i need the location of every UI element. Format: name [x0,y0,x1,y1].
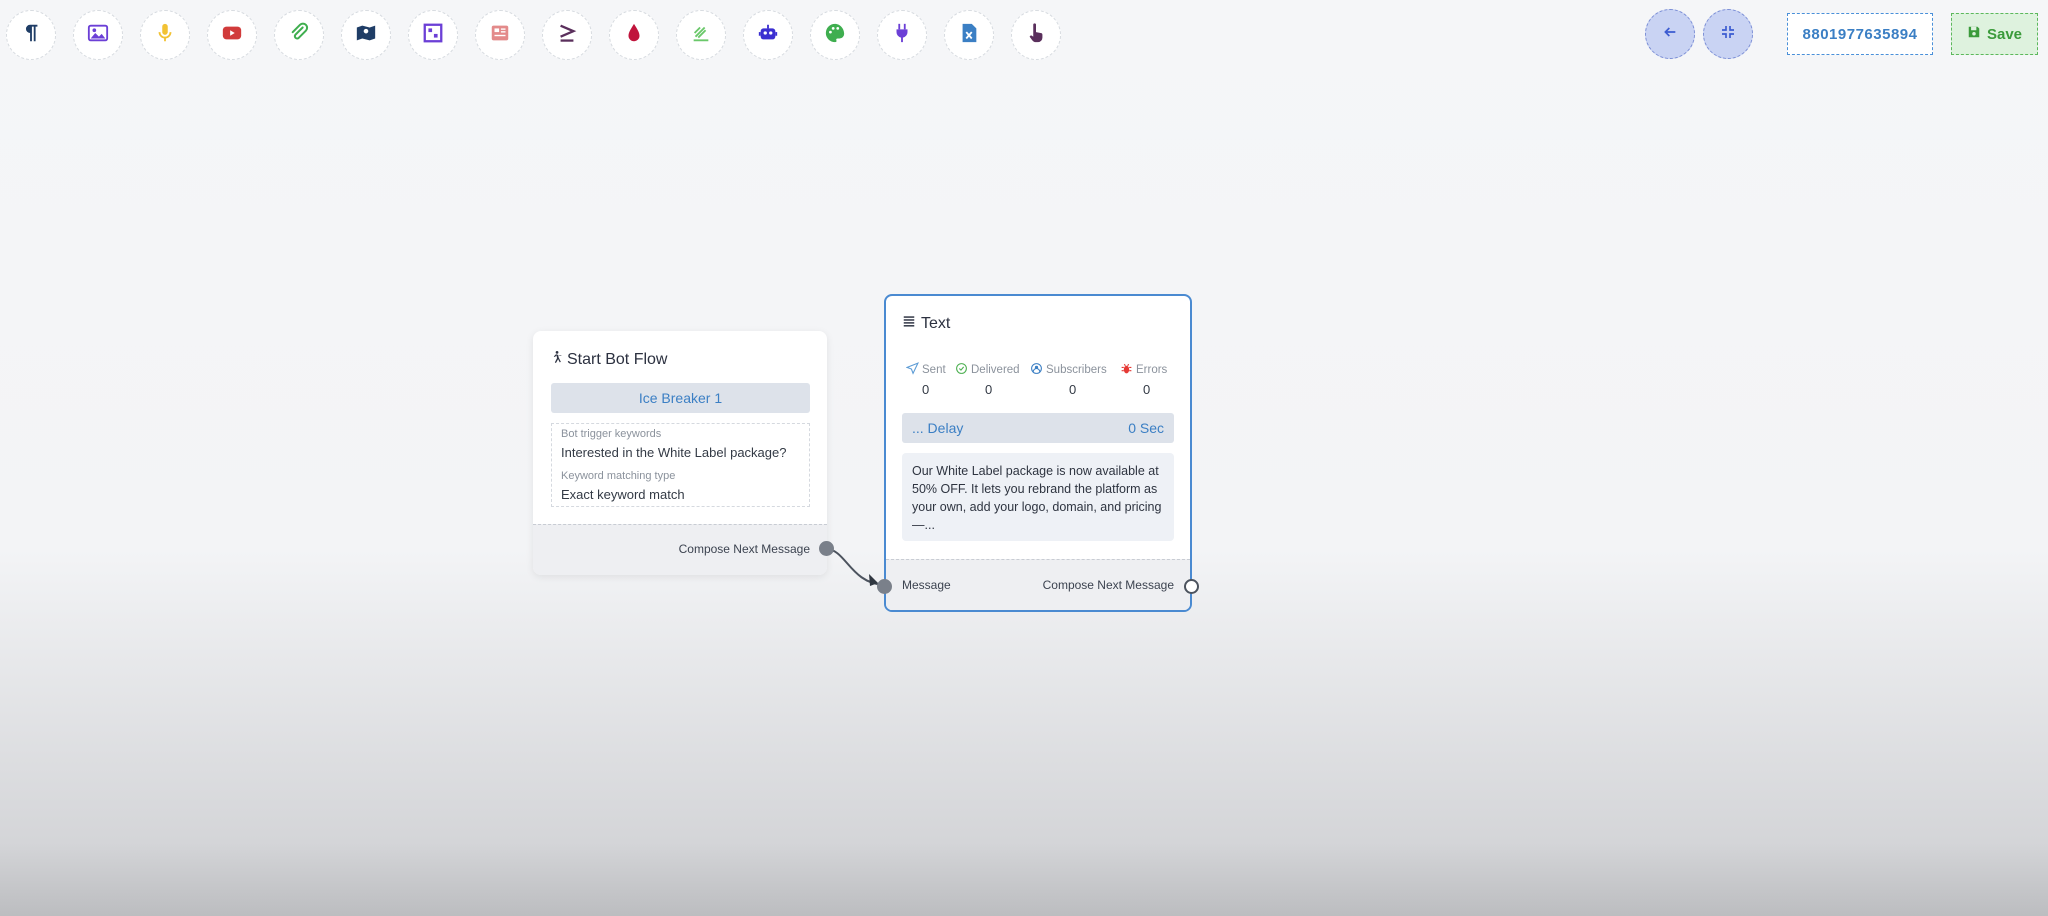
align-justify-icon [902,314,916,333]
node-footer: Compose Next Message [533,524,827,575]
stat-label: Subscribers [1046,364,1107,376]
output-port[interactable] [1184,579,1199,594]
node-footer: Message Compose Next Message [886,559,1190,610]
stat-errors: Errors [1120,362,1167,378]
delay-label: ... Delay [912,420,964,436]
node-title: Text [902,314,950,333]
match-type-value: Exact keyword match [561,487,685,502]
walking-icon [550,349,563,370]
keywords-value: Interested in the White Label package? [561,445,787,460]
bug-icon [1120,362,1133,378]
input-port[interactable] [877,579,892,594]
stat-label: Errors [1136,364,1168,376]
output-label: Compose Next Message [1042,578,1174,592]
ice-breaker-chip: Ice Breaker 1 [551,383,810,413]
trigger-details: Bot trigger keywords Interested in the W… [551,423,810,507]
check-circle-icon [955,362,968,378]
delay-bar[interactable]: ... Delay 0 Sec [902,413,1174,443]
text-message-node[interactable]: Text Sent Delivered Subscribers Errors 0… [877,294,1199,612]
output-label: Compose Next Message [678,542,810,556]
paper-plane-icon [905,362,919,378]
output-port[interactable] [819,541,834,556]
match-type-label: Keyword matching type [561,470,676,482]
keywords-label: Bot trigger keywords [561,428,662,440]
user-circle-icon [1030,362,1043,378]
stat-label: Sent [922,364,946,376]
errors-count: 0 [1143,382,1151,397]
subscribers-count: 0 [1069,382,1077,397]
text-node-title: Text [921,314,951,332]
delay-value: 0 Sec [1128,420,1164,436]
node-title: Start Bot Flow [550,349,667,370]
delivered-count: 0 [985,382,993,397]
stat-subscribers: Subscribers [1030,362,1107,378]
start-node-title: Start Bot Flow [567,350,668,368]
stat-delivered: Delivered [955,362,1020,378]
stat-label: Delivered [971,364,1020,376]
sent-count: 0 [922,382,930,397]
input-label: Message [902,578,951,592]
stat-sent: Sent [905,362,946,378]
message-preview[interactable]: Our White Label package is now available… [902,453,1174,541]
start-bot-flow-node[interactable]: Start Bot Flow Ice Breaker 1 Bot trigger… [533,331,834,575]
